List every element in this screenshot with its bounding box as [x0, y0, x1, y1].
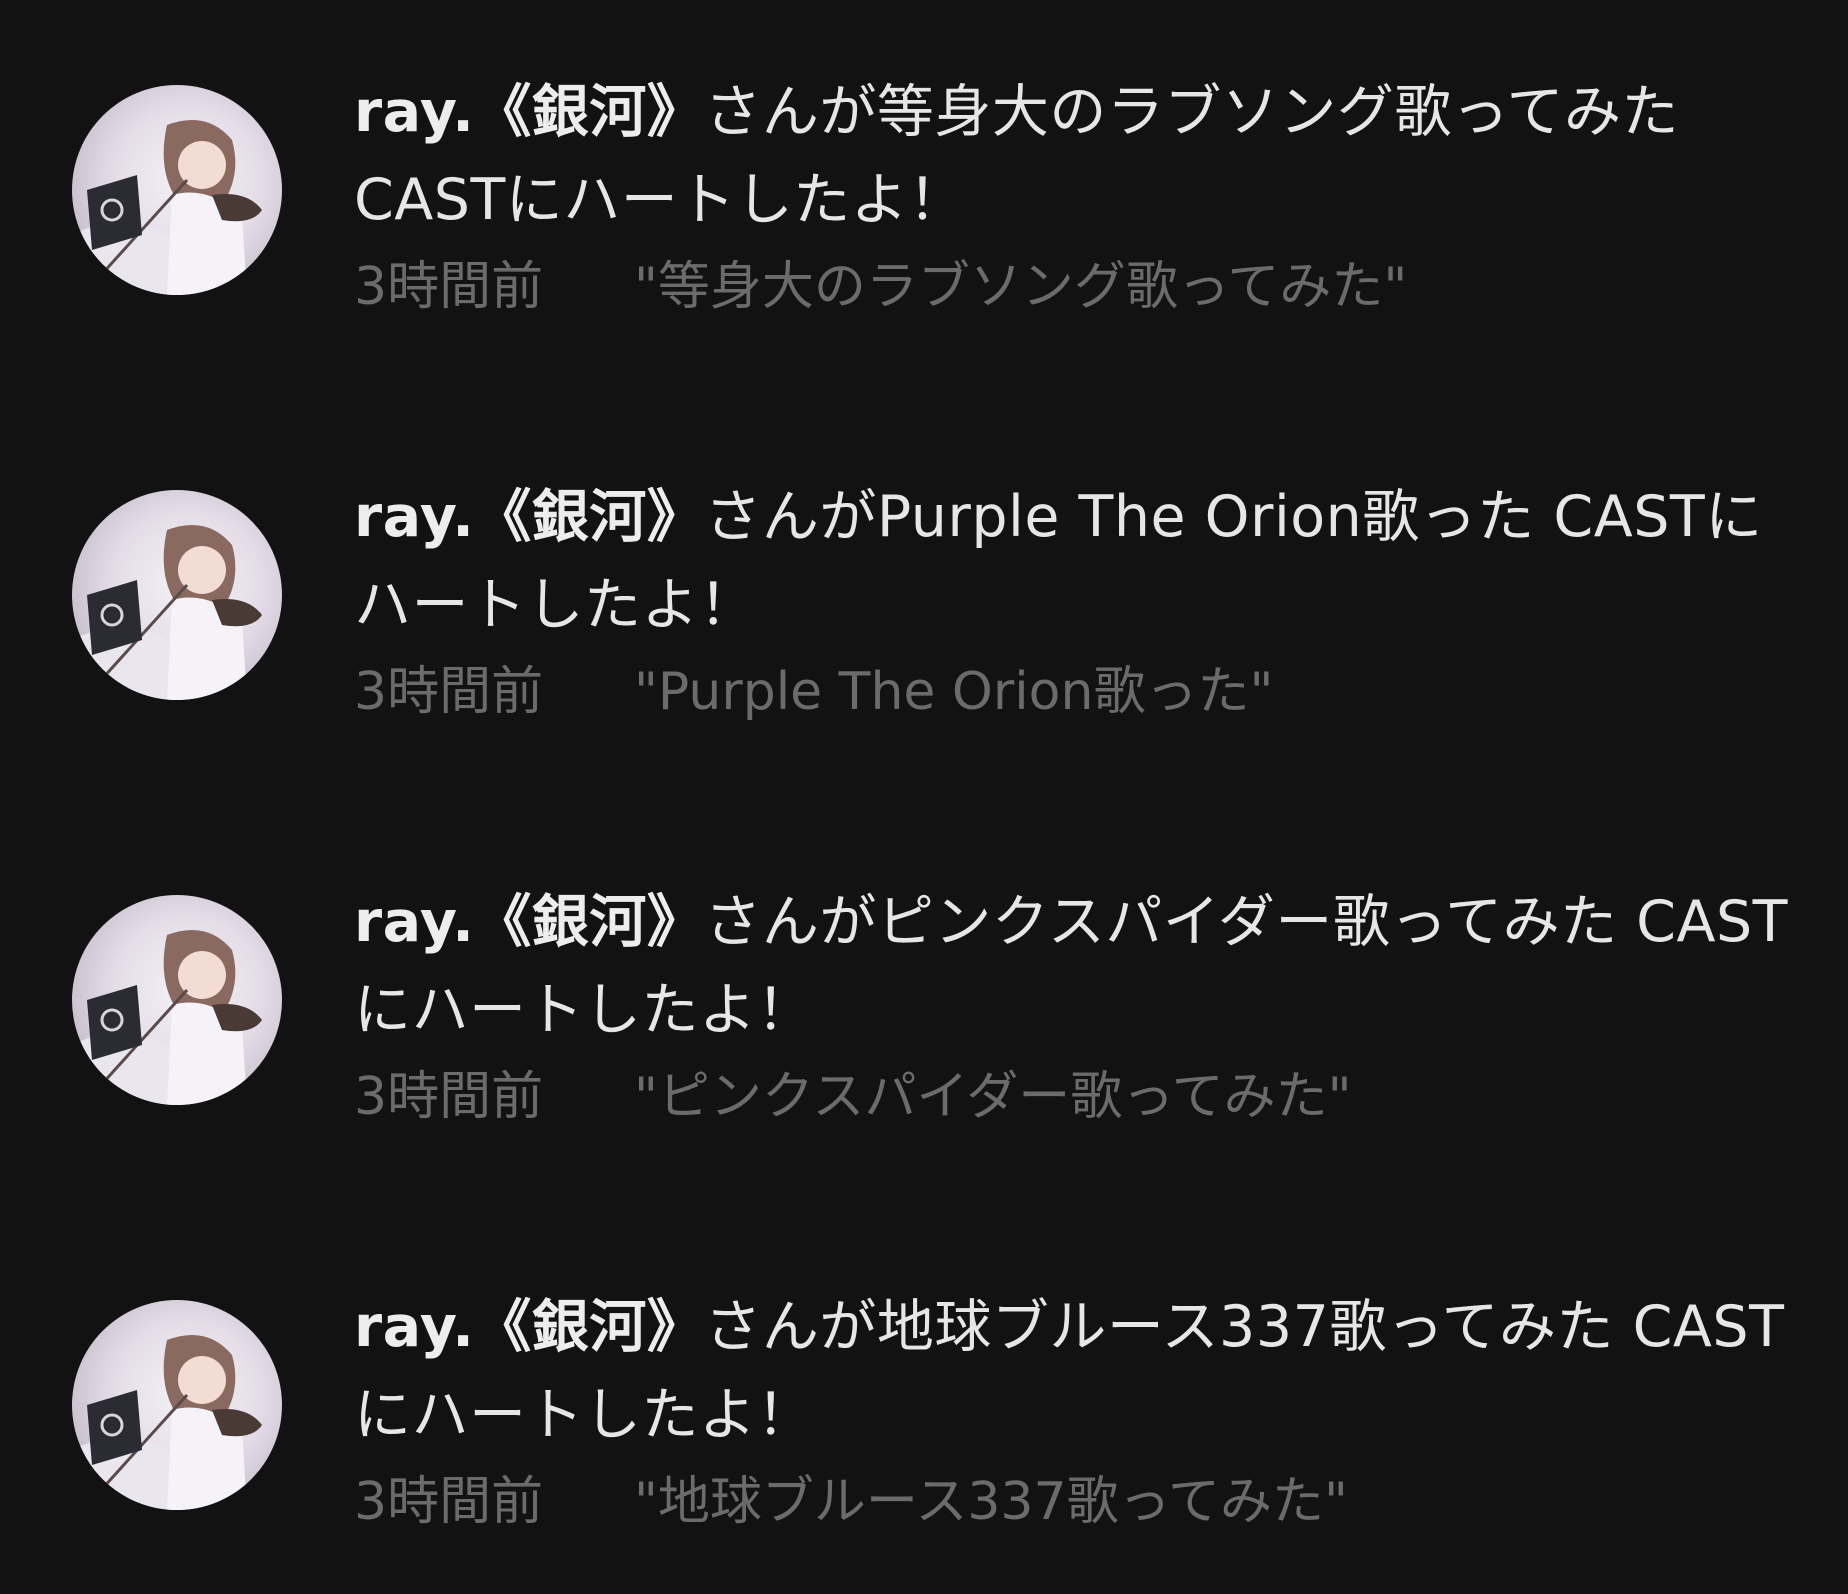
notification-content: ray.《銀河》さんが地球ブルース337歌ってみた CASTにハートしたよ！ 3…	[354, 1283, 1794, 1537]
cast-title-quote[interactable]: "ピンクスパイダー歌ってみた"	[634, 1062, 1352, 1132]
notification-item[interactable]: ray.《銀河》さんが地球ブルース337歌ってみた CASTにハートしたよ！ 3…	[0, 1215, 1848, 1545]
cast-title-quote[interactable]: "等身大のラブソング歌ってみた"	[634, 252, 1407, 322]
cast-title-quote[interactable]: "地球ブルース337歌ってみた"	[634, 1467, 1348, 1537]
timestamp: 3時間前	[354, 257, 544, 317]
notification-content: ray.《銀河》さんが等身大のラブソング歌ってみた CASTにハートしたよ！ 3…	[354, 68, 1794, 322]
cast-title-quote[interactable]: "Purple The Orion歌った"	[634, 657, 1273, 727]
user-avatar[interactable]	[72, 85, 282, 295]
user-avatar[interactable]	[72, 895, 282, 1105]
notification-item[interactable]: ray.《銀河》さんが等身大のラブソング歌ってみた CASTにハートしたよ！ 3…	[0, 0, 1848, 330]
username[interactable]: ray.《銀河》	[354, 484, 704, 550]
avatar-anime-girl-icon	[72, 930, 262, 1105]
notification-message: ray.《銀河》さんがPurple The Orion歌った CASTにハートし…	[354, 473, 1794, 649]
username[interactable]: ray.《銀河》	[354, 1294, 704, 1360]
notification-meta: 3時間前 "等身大のラブソング歌ってみた"	[354, 252, 1794, 322]
notification-content: ray.《銀河》さんがPurple The Orion歌った CASTにハートし…	[354, 473, 1794, 727]
timestamp: 3時間前	[354, 1472, 544, 1532]
notification-message: ray.《銀河》さんが等身大のラブソング歌ってみた CASTにハートしたよ！	[354, 68, 1794, 244]
notification-item[interactable]: ray.《銀河》さんがPurple The Orion歌った CASTにハートし…	[0, 405, 1848, 735]
user-avatar[interactable]	[72, 1300, 282, 1510]
avatar-anime-girl-icon	[72, 525, 262, 700]
notification-message: ray.《銀河》さんが地球ブルース337歌ってみた CASTにハートしたよ！	[354, 1283, 1794, 1459]
notification-meta: 3時間前 "Purple The Orion歌った"	[354, 657, 1794, 727]
avatar-anime-girl-icon	[72, 1335, 262, 1510]
notification-list: ray.《銀河》さんが等身大のラブソング歌ってみた CASTにハートしたよ！ 3…	[0, 0, 1848, 1594]
timestamp: 3時間前	[354, 1067, 544, 1127]
avatar-anime-girl-icon	[72, 120, 262, 295]
timestamp: 3時間前	[354, 662, 544, 722]
username[interactable]: ray.《銀河》	[354, 79, 704, 145]
notification-meta: 3時間前 "地球ブルース337歌ってみた"	[354, 1467, 1794, 1537]
notification-item[interactable]: ray.《銀河》さんがピンクスパイダー歌ってみた CASTにハートしたよ！ 3時…	[0, 810, 1848, 1140]
notification-meta: 3時間前 "ピンクスパイダー歌ってみた"	[354, 1062, 1794, 1132]
notification-content: ray.《銀河》さんがピンクスパイダー歌ってみた CASTにハートしたよ！ 3時…	[354, 878, 1794, 1132]
notification-message: ray.《銀河》さんがピンクスパイダー歌ってみた CASTにハートしたよ！	[354, 878, 1794, 1054]
user-avatar[interactable]	[72, 490, 282, 700]
username[interactable]: ray.《銀河》	[354, 889, 704, 955]
